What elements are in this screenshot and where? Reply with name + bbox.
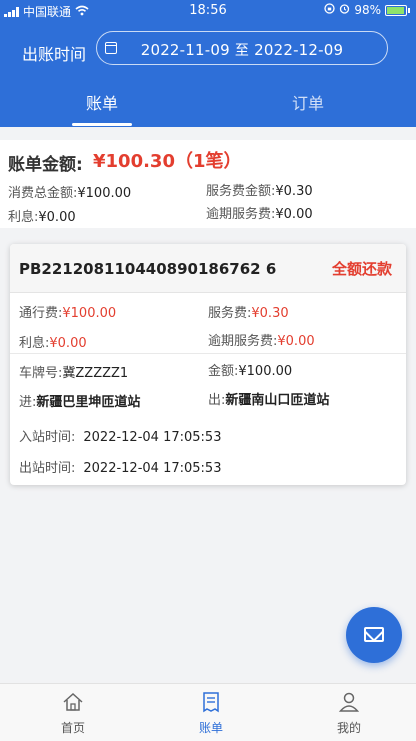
exit-station-label: 出:	[208, 393, 226, 408]
exit-station-value: 新疆南山口匝道站	[225, 393, 330, 408]
tab-bills[interactable]: 账单	[86, 90, 118, 114]
amount-label: 金额:	[208, 364, 239, 379]
service-label: 服务费:	[208, 306, 252, 321]
app-header: 中国联通 18:56 98% 出账时间 2022-11-09 至 2022-12-0…	[0, 0, 416, 127]
entry-time-value: 2022-12-04 17:05:53	[83, 430, 222, 445]
bill-card-header: PB221208110440890186762 6 全额还款	[10, 244, 406, 293]
date-separator: 至	[234, 43, 250, 59]
tab-bar: 账单 订单	[0, 84, 416, 127]
plate-value: 冀ZZZZZ1	[62, 366, 129, 381]
lock-rotation-icon	[324, 3, 335, 17]
interest-label: 利息:	[19, 336, 50, 351]
overdue-label: 逾期服务费:	[208, 334, 278, 349]
exit-time-value: 2022-12-04 17:05:53	[83, 461, 222, 476]
interest-total-value: ¥0.00	[38, 210, 76, 225]
bill-status-badge: 全额还款	[331, 260, 392, 278]
date-end: 2022-12-09	[254, 41, 344, 59]
bill-card[interactable]: PB221208110440890186762 6 全额还款 通行费:¥100.…	[10, 244, 406, 485]
nav-home-label: 首页	[60, 721, 85, 735]
nav-mine[interactable]: 我的	[280, 684, 416, 741]
date-start: 2022-11-09	[140, 41, 230, 59]
interest-value: ¥0.00	[49, 336, 87, 351]
plate-label: 车牌号:	[19, 366, 63, 381]
overdue-fee-total-value: ¥0.00	[275, 207, 313, 222]
nav-bills-label: 账单	[198, 721, 223, 735]
tab-indicator	[72, 123, 132, 126]
battery-percent: 98%	[354, 3, 381, 17]
billing-date-filter: 出账时间 2022-11-09 至 2022-12-09	[0, 30, 416, 68]
interest-total-label: 利息:	[8, 210, 39, 225]
service-fee-total-value: ¥0.30	[275, 184, 313, 199]
mail-icon	[364, 627, 384, 642]
consume-total-label: 消费总金额:	[8, 186, 78, 201]
bill-icon	[203, 692, 219, 713]
total-amount-label: 账单金额:	[8, 155, 83, 175]
overdue-value: ¥0.00	[277, 334, 315, 349]
date-range-picker[interactable]: 2022-11-09 至 2022-12-09	[96, 31, 388, 65]
bottom-nav: 首页 账单 我的	[0, 683, 416, 741]
total-amount-value: ¥100.30（1笔）	[93, 151, 242, 172]
nav-bills[interactable]: 账单	[142, 684, 280, 741]
tab-orders[interactable]: 订单	[292, 90, 324, 114]
entry-station-label: 进:	[19, 395, 37, 410]
overdue-fee-total-label: 逾期服务费:	[206, 207, 276, 222]
toll-label: 通行费:	[19, 306, 63, 321]
service-value: ¥0.30	[251, 306, 289, 321]
alarm-icon	[339, 3, 350, 17]
status-bar: 中国联通 18:56 98%	[0, 0, 416, 22]
bill-order-number: PB221208110440890186762 6	[19, 260, 277, 278]
date-filter-label: 出账时间	[22, 45, 87, 64]
entry-time-label: 入站时间:	[19, 430, 76, 445]
home-icon	[63, 692, 83, 711]
entry-station-value: 新疆巴里坤匝道站	[36, 395, 141, 410]
exit-time-label: 出站时间:	[19, 461, 76, 476]
consume-total-value: ¥100.00	[77, 186, 132, 201]
service-fee-total-label: 服务费金额:	[206, 184, 276, 199]
amount-value: ¥100.00	[238, 364, 293, 379]
bill-fee-section: 通行费:¥100.00 服务费:¥0.30 利息:¥0.00 逾期服务费:¥0.…	[10, 293, 406, 354]
toll-value: ¥100.00	[62, 306, 117, 321]
user-icon	[338, 692, 360, 712]
message-fab-button[interactable]	[346, 607, 402, 663]
nav-home[interactable]: 首页	[4, 684, 142, 741]
battery-icon	[385, 4, 407, 16]
bill-summary: 账单金额: ¥100.30（1笔） 消费总金额:¥100.00 服务费金额:¥0…	[0, 140, 416, 228]
nav-mine-label: 我的	[336, 721, 361, 735]
